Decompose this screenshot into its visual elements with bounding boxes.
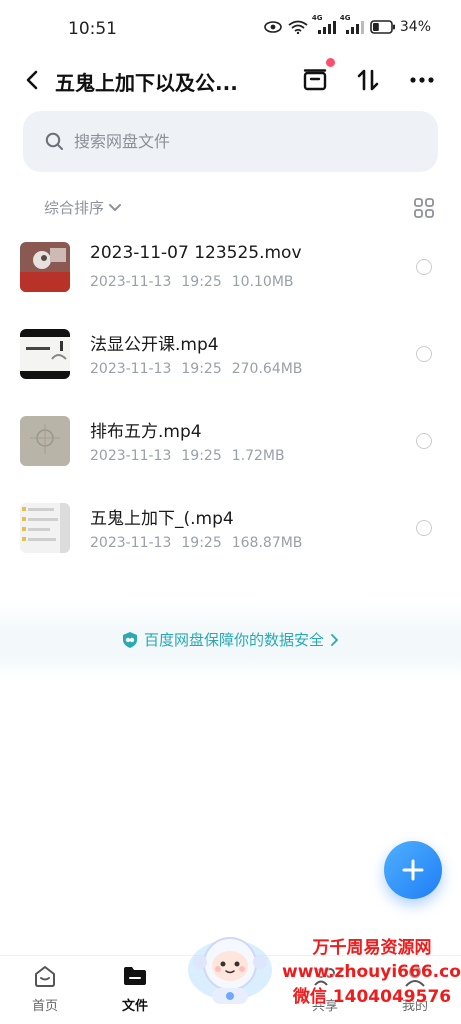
- file-date: 2023-11-13: [90, 274, 172, 290]
- watermark-line-1: 万千周易资源网: [312, 938, 432, 958]
- more-dots-icon: [410, 77, 434, 83]
- tab-label: 文件: [121, 999, 148, 1014]
- video-thumbnail-chat: [20, 503, 70, 553]
- astronaut-mascot-icon: [188, 937, 272, 1004]
- battery-percent: 34%: [399, 19, 431, 35]
- add-button[interactable]: [384, 841, 442, 899]
- notification-badge: [326, 58, 335, 67]
- file-row[interactable]: 法显公开课.mp4 2023-11-13 19:25 270.64MB: [0, 321, 461, 408]
- file-time: 19:25: [181, 448, 222, 464]
- folder-icon: [124, 967, 146, 985]
- file-time: 19:25: [181, 361, 222, 377]
- select-radio[interactable]: [416, 259, 432, 275]
- mascot-ai-assistant[interactable]: [186, 930, 274, 1008]
- tab-files[interactable]: 文件: [100, 962, 170, 1014]
- file-row[interactable]: 五鬼上加下_(.mp4 2023-11-13 19:25 168.87MB: [0, 495, 461, 582]
- battery-icon: [370, 20, 395, 34]
- file-name: 排布五方.mp4: [90, 422, 202, 442]
- plus-icon: [402, 859, 424, 881]
- status-bar: 10:51 4G 4G 34%: [0, 0, 461, 58]
- tab-label: 首页: [31, 999, 58, 1014]
- sort-bar: 综合排序: [0, 195, 461, 221]
- sort-label: 综合排序: [44, 199, 105, 217]
- wifi-icon: [288, 20, 308, 34]
- transfer-list-button[interactable]: [299, 58, 335, 96]
- more-options-button[interactable]: [406, 64, 438, 96]
- sort-order-button[interactable]: [352, 64, 384, 96]
- header-bar: 五鬼上加下以及公...: [0, 58, 461, 102]
- file-size: 168.87MB: [231, 535, 303, 551]
- status-icons: 4G 4G 34%: [264, 14, 431, 35]
- file-row[interactable]: 2023-11-07 123525.mov 2023-11-13 19:25 10.…: [0, 234, 461, 321]
- file-meta: 2023-11-13 19:25 270.64MB: [90, 361, 312, 377]
- safety-banner[interactable]: 百度网盘保障你的数据安全: [0, 629, 461, 650]
- sort-arrows-icon: [357, 69, 379, 91]
- file-time: 19:25: [181, 535, 222, 551]
- chevron-right-icon: [331, 633, 338, 646]
- sort-dropdown[interactable]: 综合排序: [44, 197, 122, 218]
- search-icon: [45, 132, 63, 150]
- file-name: 法显公开课.mp4: [90, 335, 219, 355]
- tab-home[interactable]: 首页: [10, 962, 80, 1014]
- chevron-left-icon: [26, 70, 38, 90]
- network-type-1: 4G: [311, 14, 323, 22]
- file-list: 2023-11-07 123525.mov 2023-11-13 19:25 10.…: [0, 234, 461, 582]
- file-meta: 2023-11-13 19:25 168.87MB: [90, 535, 312, 551]
- inbox-icon: [303, 69, 327, 91]
- chevron-down-icon: [109, 203, 122, 211]
- network-type-2: 4G: [339, 14, 351, 22]
- select-radio[interactable]: [416, 433, 432, 449]
- file-date: 2023-11-13: [90, 535, 172, 551]
- file-meta: 2023-11-13 19:25 1.72MB: [90, 448, 295, 464]
- search-input[interactable]: [74, 132, 374, 151]
- eye-icon: [264, 21, 282, 33]
- file-date: 2023-11-13: [90, 361, 172, 377]
- file-date: 2023-11-13: [90, 448, 172, 464]
- grid-view-button[interactable]: [413, 197, 435, 219]
- battery-indicator: 34%: [370, 19, 431, 35]
- status-time: 10:51: [68, 19, 117, 39]
- shield-icon: [122, 631, 137, 648]
- safety-banner-text: 百度网盘保障你的数据安全: [143, 631, 324, 649]
- file-row[interactable]: 排布五方.mp4 2023-11-13 19:25 1.72MB: [0, 408, 461, 495]
- file-meta: 2023-11-13 19:25 10.10MB: [90, 274, 304, 290]
- video-thumbnail-red: [20, 242, 70, 292]
- file-name: 2023-11-07 123525.mov: [90, 243, 302, 263]
- page-title: 五鬼上加下以及公...: [55, 71, 238, 95]
- watermark-line-2: www.zhouyi666.com: [282, 962, 461, 982]
- watermark-line-3: 微信 1404049576: [292, 987, 452, 1007]
- select-radio[interactable]: [416, 520, 432, 536]
- video-thumbnail-lecture: [20, 329, 70, 379]
- home-icon: [35, 966, 55, 987]
- grid-view-icon: [414, 198, 434, 218]
- search-box[interactable]: [23, 111, 438, 172]
- file-size: 1.72MB: [231, 448, 285, 464]
- file-time: 19:25: [181, 274, 222, 290]
- back-button[interactable]: [18, 66, 46, 94]
- select-radio[interactable]: [416, 346, 432, 362]
- file-size: 10.10MB: [231, 274, 294, 290]
- signal-2-icon: 4G: [340, 14, 364, 34]
- video-thumbnail-grey: [20, 416, 70, 466]
- file-name: 五鬼上加下_(.mp4: [90, 509, 234, 529]
- signal-1-icon: 4G: [312, 14, 336, 34]
- file-size: 270.64MB: [231, 361, 303, 377]
